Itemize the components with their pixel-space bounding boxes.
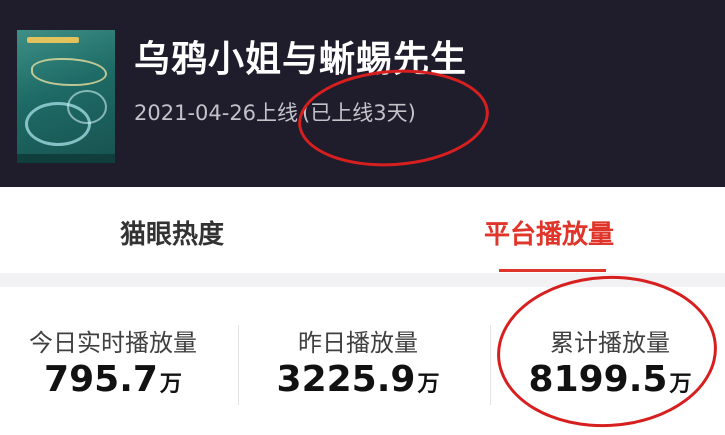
stat-value: 3225.9万 — [258, 359, 458, 400]
stat-value: 8199.5万 — [514, 359, 706, 400]
days-online: (已上线3天) — [302, 101, 416, 125]
poster-art — [67, 90, 107, 124]
poster-tag — [27, 37, 79, 43]
poster-strip — [17, 154, 115, 163]
tab-bar: 猫眼热度 平台播放量 — [0, 187, 725, 273]
stat-label: 今日实时播放量 — [29, 329, 197, 357]
active-tab-indicator — [499, 269, 606, 272]
stat-number: 3225.9 — [276, 359, 416, 400]
stat-separator — [490, 325, 491, 405]
release-info: 2021-04-26上线 (已上线3天) — [134, 97, 416, 127]
movie-title: 乌鸦小姐与蜥蜴先生 — [134, 39, 468, 80]
stat-unit: 万 — [669, 372, 692, 397]
stat-separator — [238, 325, 239, 405]
section-divider — [0, 273, 725, 287]
tab-platform-plays[interactable]: 平台播放量 — [484, 214, 614, 251]
movie-header: 乌鸦小姐与蜥蜴先生 2021-04-26上线 (已上线3天) — [0, 0, 725, 187]
stat-label: 昨日播放量 — [298, 329, 418, 357]
tab-maoyan-heat[interactable]: 猫眼热度 — [120, 214, 224, 251]
movie-poster[interactable] — [17, 30, 115, 163]
stat-unit: 万 — [417, 372, 440, 397]
stats-panel: 今日实时播放量 795.7万 昨日播放量 3225.9万 累计播放量 8199.… — [0, 287, 725, 435]
stat-unit: 万 — [159, 372, 182, 397]
poster-art — [31, 58, 107, 86]
release-date: 2021-04-26上线 — [134, 101, 299, 125]
stat-value: 795.7万 — [14, 359, 212, 400]
stat-number: 8199.5 — [528, 359, 668, 400]
stat-label: 累计播放量 — [550, 329, 670, 357]
stat-number: 795.7 — [44, 359, 158, 400]
